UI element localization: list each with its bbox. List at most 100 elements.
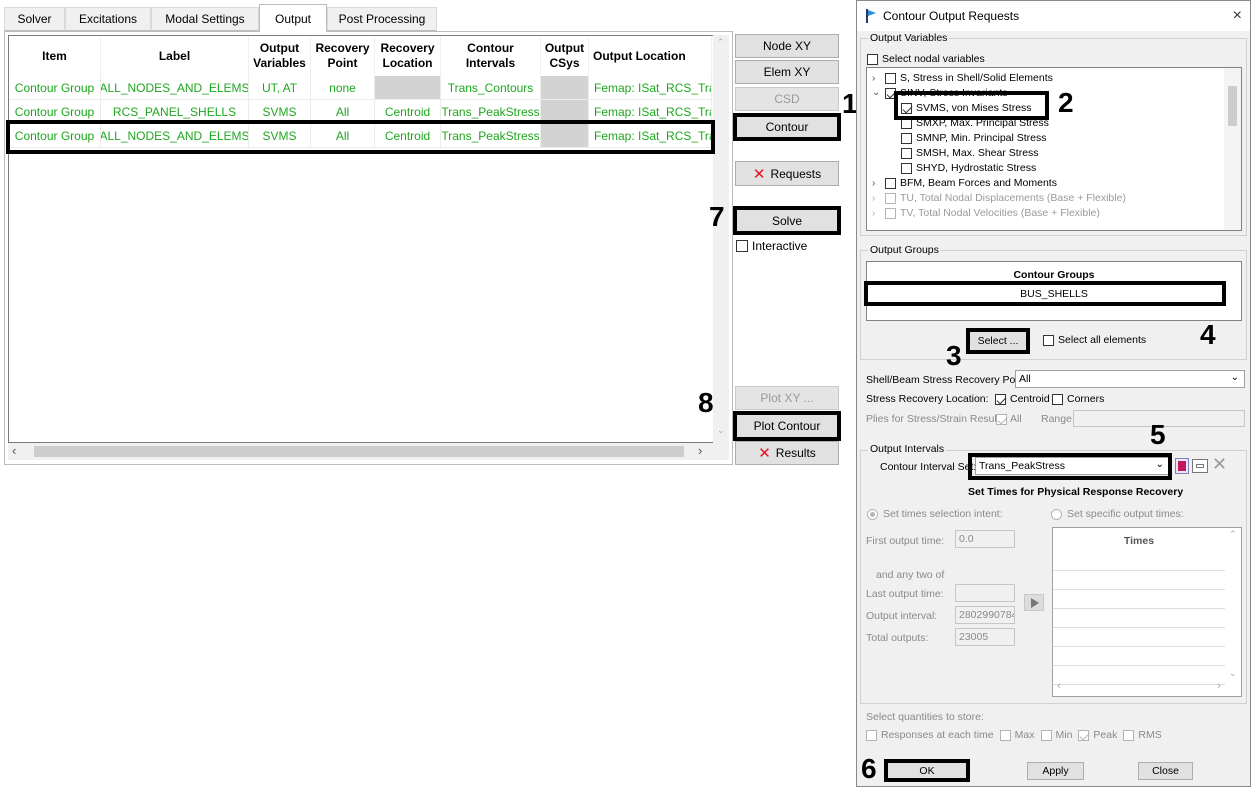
horizontal-scroll-thumb[interactable]: [34, 446, 684, 457]
add-time-arrow-icon[interactable]: [1024, 594, 1044, 611]
table-row-selected[interactable]: Contour Group ALL_NODES_AND_ELEMS SVMS A…: [9, 124, 712, 148]
times-list[interactable]: Times ⌃ ⌄ ‹ ›: [1052, 527, 1242, 697]
expand-arrow-icon[interactable]: ›: [872, 193, 875, 204]
tree-item[interactable]: SMXP, Max. Principal Stress: [901, 117, 1049, 129]
min-check[interactable]: [1040, 729, 1052, 741]
max-label: Max: [1014, 729, 1035, 741]
tree-item[interactable]: TV, Total Nodal Velocities (Base + Flexi…: [885, 207, 1100, 219]
peak-check[interactable]: [1078, 729, 1090, 741]
corners-checkbox[interactable]: Corners: [1052, 393, 1104, 405]
responses-each-check[interactable]: [866, 729, 877, 741]
copy-interval-icon[interactable]: [1175, 458, 1189, 474]
set-specific-radio-dot[interactable]: [1051, 508, 1062, 520]
set-specific-radio[interactable]: Set specific output times:: [1051, 508, 1184, 520]
max-check[interactable]: [999, 729, 1011, 741]
header-output-location: Output Location: [589, 36, 712, 76]
times-scroll-left-icon[interactable]: ‹: [1057, 680, 1061, 692]
first-output-input[interactable]: 0.0: [955, 530, 1015, 548]
csd-button[interactable]: CSD: [735, 87, 839, 111]
rms-check[interactable]: [1123, 729, 1135, 741]
table-vertical-scrollbar[interactable]: ⌃ ⌄: [713, 35, 729, 443]
tree-vertical-scrollbar[interactable]: [1224, 68, 1241, 230]
centroid-checkbox[interactable]: Centroid: [995, 393, 1050, 405]
tree-check[interactable]: [885, 192, 896, 204]
tree-check[interactable]: [885, 72, 896, 84]
tree-check[interactable]: [885, 207, 896, 219]
plies-all-checkbox[interactable]: All: [996, 413, 1022, 425]
tab-modal-settings[interactable]: Modal Settings: [151, 7, 259, 31]
plot-xy-button[interactable]: Plot XY ...: [735, 386, 839, 410]
output-variables-tree[interactable]: › S, Stress in Shell/Solid Elements ⌄ SI…: [866, 67, 1242, 231]
contour-groups-list[interactable]: Contour Groups BUS_SHELLS: [866, 261, 1242, 321]
set-intent-radio[interactable]: Set times selection intent:: [867, 508, 1003, 520]
contour-button[interactable]: Contour: [735, 114, 839, 140]
output-interval-input[interactable]: 28029907842: [955, 606, 1015, 624]
tree-check[interactable]: [901, 132, 912, 144]
expand-arrow-icon[interactable]: ›: [872, 73, 875, 84]
times-scroll-down-icon[interactable]: ⌄: [1229, 668, 1237, 679]
table-row[interactable]: Contour Group RCS_PANEL_SHELLS SVMS All …: [9, 100, 712, 124]
times-scroll-right-icon[interactable]: ›: [1217, 680, 1221, 692]
set-intent-radio-dot[interactable]: [867, 508, 878, 520]
corners-check[interactable]: [1052, 393, 1063, 405]
scroll-up-icon[interactable]: ⌃: [717, 37, 725, 48]
scroll-left-icon[interactable]: ‹: [12, 443, 16, 458]
last-output-input[interactable]: [955, 584, 1015, 602]
tree-item[interactable]: SHYD, Hydrostatic Stress: [901, 162, 1036, 174]
tree-check[interactable]: [901, 147, 912, 159]
tab-excitations[interactable]: Excitations: [65, 7, 151, 31]
elem-xy-button[interactable]: Elem XY: [735, 60, 839, 84]
tab-solver[interactable]: Solver: [4, 7, 65, 31]
tree-item[interactable]: SMSH, Max. Shear Stress: [901, 147, 1039, 159]
results-button[interactable]: ✕ Results: [735, 441, 839, 465]
tab-post-processing[interactable]: Post Processing: [327, 7, 437, 31]
tree-check[interactable]: [885, 177, 896, 189]
select-button[interactable]: Select ...: [969, 331, 1027, 351]
close-button[interactable]: Close: [1138, 762, 1193, 780]
collapse-arrow-icon[interactable]: ⌄: [872, 87, 880, 98]
chevron-down-icon: ⌄: [1155, 459, 1164, 470]
contour-group-item[interactable]: BUS_SHELLS: [867, 288, 1241, 300]
tab-output[interactable]: Output: [259, 4, 327, 32]
select-nodal-check[interactable]: [867, 53, 878, 65]
tree-item[interactable]: TU, Total Nodal Displacements (Base + Fl…: [885, 192, 1126, 204]
close-icon[interactable]: ×: [1233, 7, 1242, 25]
tree-item[interactable]: SMNP, Min. Principal Stress: [901, 132, 1047, 144]
interactive-check[interactable]: [736, 240, 748, 252]
requests-button[interactable]: ✕ Requests: [735, 161, 839, 186]
centroid-check[interactable]: [995, 393, 1006, 405]
plies-all-check[interactable]: [996, 413, 1007, 425]
scroll-right-icon[interactable]: ›: [698, 443, 702, 458]
tree-scroll-thumb[interactable]: [1228, 86, 1237, 126]
apply-button[interactable]: Apply: [1027, 762, 1084, 780]
select-nodal-checkbox[interactable]: Select nodal variables: [867, 53, 985, 65]
tree-check[interactable]: [901, 102, 912, 114]
expand-arrow-icon[interactable]: ›: [872, 208, 875, 219]
tree-check[interactable]: [901, 117, 912, 129]
interactive-checkbox[interactable]: Interactive: [736, 239, 807, 253]
times-scroll-up-icon[interactable]: ⌃: [1229, 529, 1237, 540]
tree-item[interactable]: SINV, Stress Invariants: [885, 87, 1008, 99]
quantities-row: Responses at each time Max Min Peak RMS: [866, 729, 1162, 741]
recovery-point-select[interactable]: All ⌄: [1015, 370, 1245, 388]
scroll-down-icon[interactable]: ⌄: [717, 425, 725, 436]
edit-interval-icon[interactable]: [1192, 459, 1208, 473]
tree-item[interactable]: BFM, Beam Forces and Moments: [885, 177, 1057, 189]
solve-button[interactable]: Solve: [735, 208, 839, 233]
table-horizontal-scrollbar[interactable]: ‹ ›: [8, 443, 729, 460]
tree-check[interactable]: [885, 87, 896, 99]
node-xy-button[interactable]: Node XY: [735, 34, 839, 58]
contour-interval-select[interactable]: Trans_PeakStress ⌄: [975, 457, 1170, 475]
total-outputs-input[interactable]: 23005: [955, 628, 1015, 646]
select-all-check[interactable]: [1043, 334, 1054, 346]
tree-check[interactable]: [901, 162, 912, 174]
select-all-elements-checkbox[interactable]: Select all elements: [1043, 334, 1146, 346]
expand-arrow-icon[interactable]: ›: [872, 178, 875, 189]
plot-contour-button[interactable]: Plot Contour: [735, 413, 839, 439]
table-row[interactable]: Contour Group ALL_NODES_AND_ELEMS UT, AT…: [9, 76, 712, 100]
output-requests-table[interactable]: Item Label Output Variables Recovery Poi…: [8, 35, 714, 443]
delete-interval-icon[interactable]: ✕: [1212, 454, 1227, 474]
tree-item[interactable]: S, Stress in Shell/Solid Elements: [885, 72, 1053, 84]
tree-item[interactable]: SVMS, von Mises Stress: [901, 102, 1032, 114]
ok-button[interactable]: OK: [887, 762, 967, 780]
